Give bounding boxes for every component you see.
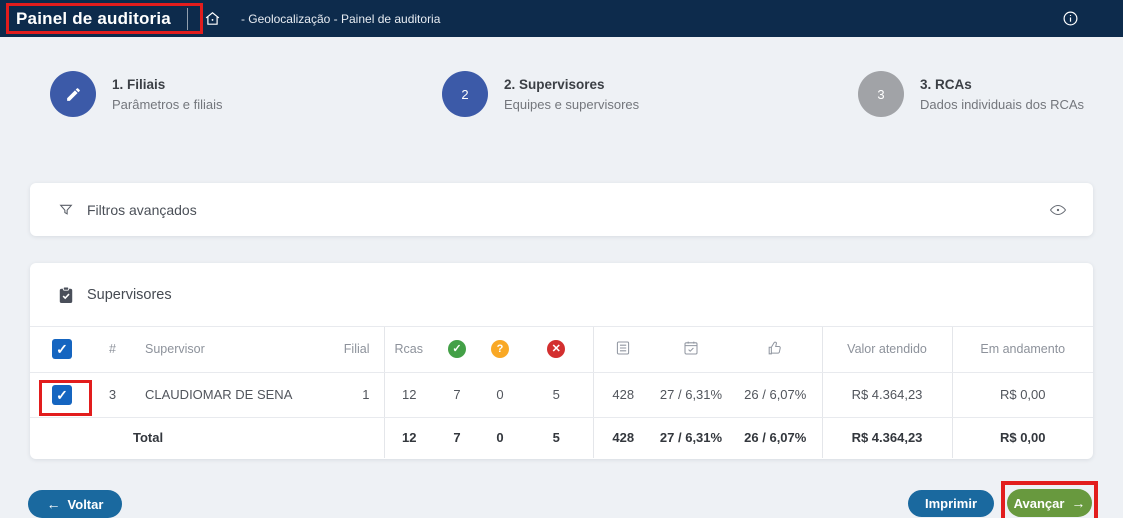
cell-supervisor: CLAUDIOMAR DE SENA — [135, 372, 319, 417]
total-row: Total 12 7 0 5 428 27 / 6,31% 26 / 6,07%… — [30, 417, 1093, 458]
total-valor: R$ 4.364,23 — [822, 417, 952, 458]
topbar-divider — [187, 8, 188, 30]
step-3-number: 3 — [877, 87, 884, 102]
cell-andamento: R$ 0,00 — [952, 372, 1093, 417]
home-icon[interactable] — [204, 10, 221, 27]
step-2-number: 2 — [461, 87, 468, 102]
col-valor: Valor atendido — [822, 327, 952, 372]
filter-funnel-icon — [58, 202, 74, 218]
info-icon[interactable] — [1062, 10, 1079, 27]
advanced-filters-label: Filtros avançados — [87, 202, 197, 218]
page-title: Painel de auditoria — [16, 9, 171, 29]
select-all-checkbox[interactable]: ✓ — [52, 339, 72, 359]
top-bar: Painel de auditoria - Geolocalização - P… — [0, 0, 1123, 37]
print-button[interactable]: Imprimir — [908, 490, 994, 517]
step-2-subtitle: Equipes e supervisores — [504, 97, 639, 112]
col-scheduled — [653, 327, 729, 372]
step-supervisores[interactable]: 2 2. Supervisores Equipes e supervisores — [442, 71, 639, 117]
total-label: Total — [30, 417, 384, 458]
total-approved: 7 — [434, 417, 480, 458]
col-visits — [593, 327, 653, 372]
total-andamento: R$ 0,00 — [952, 417, 1093, 458]
pending-question-icon: ? — [491, 340, 509, 358]
row-checkbox[interactable]: ✓ — [52, 385, 72, 405]
col-approved: ✓ — [434, 327, 480, 372]
cell-visits: 428 — [593, 372, 653, 417]
supervisors-card: Supervisores ✓ # Supervisor Filial Rcas … — [30, 263, 1093, 459]
cell-scheduled: 27 / 6,31% — [653, 372, 729, 417]
rejected-x-icon: ✕ — [547, 340, 565, 358]
back-button-label: Voltar — [68, 497, 104, 512]
col-liked — [729, 327, 822, 372]
breadcrumb[interactable]: - Geolocalização - Painel de auditoria — [241, 12, 440, 26]
list-icon — [615, 340, 631, 359]
right-arrow-icon: → — [1071, 495, 1085, 511]
total-liked: 26 / 6,07% — [729, 417, 822, 458]
cell-liked: 26 / 6,07% — [729, 372, 822, 417]
total-rejected: 5 — [520, 417, 593, 458]
col-rcas: Rcas — [384, 327, 434, 372]
supervisors-card-header: Supervisores — [30, 263, 1093, 327]
step-1-subtitle: Parâmetros e filiais — [112, 97, 223, 112]
step-3-title: 3. RCAs — [920, 77, 1084, 92]
approved-check-icon: ✓ — [448, 340, 466, 358]
step-3-subtitle: Dados individuais dos RCAs — [920, 97, 1084, 112]
table-row[interactable]: ✓ 3 CLAUDIOMAR DE SENA 1 12 7 0 5 428 27… — [30, 372, 1093, 417]
eye-icon[interactable] — [1049, 203, 1067, 217]
step-rcas[interactable]: 3 3. RCAs Dados individuais dos RCAs — [858, 71, 1084, 117]
total-pending: 0 — [480, 417, 520, 458]
table-header-row: ✓ # Supervisor Filial Rcas ✓ ? ✕ — [30, 327, 1093, 372]
left-arrow-icon: ← — [47, 496, 61, 512]
select-all-cell: ✓ — [30, 327, 90, 372]
col-andamento: Em andamento — [952, 327, 1093, 372]
supervisors-table: ✓ # Supervisor Filial Rcas ✓ ? ✕ — [30, 327, 1093, 458]
clipboard-check-icon — [58, 286, 74, 304]
total-scheduled: 27 / 6,31% — [653, 417, 729, 458]
back-button[interactable]: ← Voltar — [28, 490, 122, 518]
print-button-label: Imprimir — [925, 496, 977, 511]
next-button-label: Avançar — [1014, 496, 1065, 511]
calendar-check-icon — [683, 340, 699, 359]
cell-rejected: 5 — [520, 372, 593, 417]
col-filial: Filial — [319, 327, 384, 372]
advanced-filters-panel[interactable]: Filtros avançados — [30, 183, 1093, 236]
col-supervisor: Supervisor — [135, 327, 319, 372]
pencil-icon — [65, 86, 82, 103]
thumbs-up-icon — [767, 340, 783, 359]
row-select-cell: ✓ — [30, 372, 90, 417]
cell-approved: 7 — [434, 372, 480, 417]
bottom-strip — [0, 518, 1123, 524]
cell-rcas: 12 — [384, 372, 434, 417]
step-3-circle: 3 — [858, 71, 904, 117]
step-2-title: 2. Supervisores — [504, 77, 639, 92]
cell-valor: R$ 4.364,23 — [822, 372, 952, 417]
col-rejected: ✕ — [520, 327, 593, 372]
col-pending: ? — [480, 327, 520, 372]
step-1-circle — [50, 71, 96, 117]
total-rcas: 12 — [384, 417, 434, 458]
step-1-title: 1. Filiais — [112, 77, 223, 92]
cell-filial: 1 — [319, 372, 384, 417]
step-filiais[interactable]: 1. Filiais Parâmetros e filiais — [50, 71, 223, 117]
supervisors-title: Supervisores — [87, 287, 172, 303]
col-num: # — [90, 327, 135, 372]
total-visits: 428 — [593, 417, 653, 458]
next-button[interactable]: Avançar → — [1007, 489, 1092, 517]
step-2-circle: 2 — [442, 71, 488, 117]
cell-num: 3 — [90, 372, 135, 417]
cell-pending: 0 — [480, 372, 520, 417]
